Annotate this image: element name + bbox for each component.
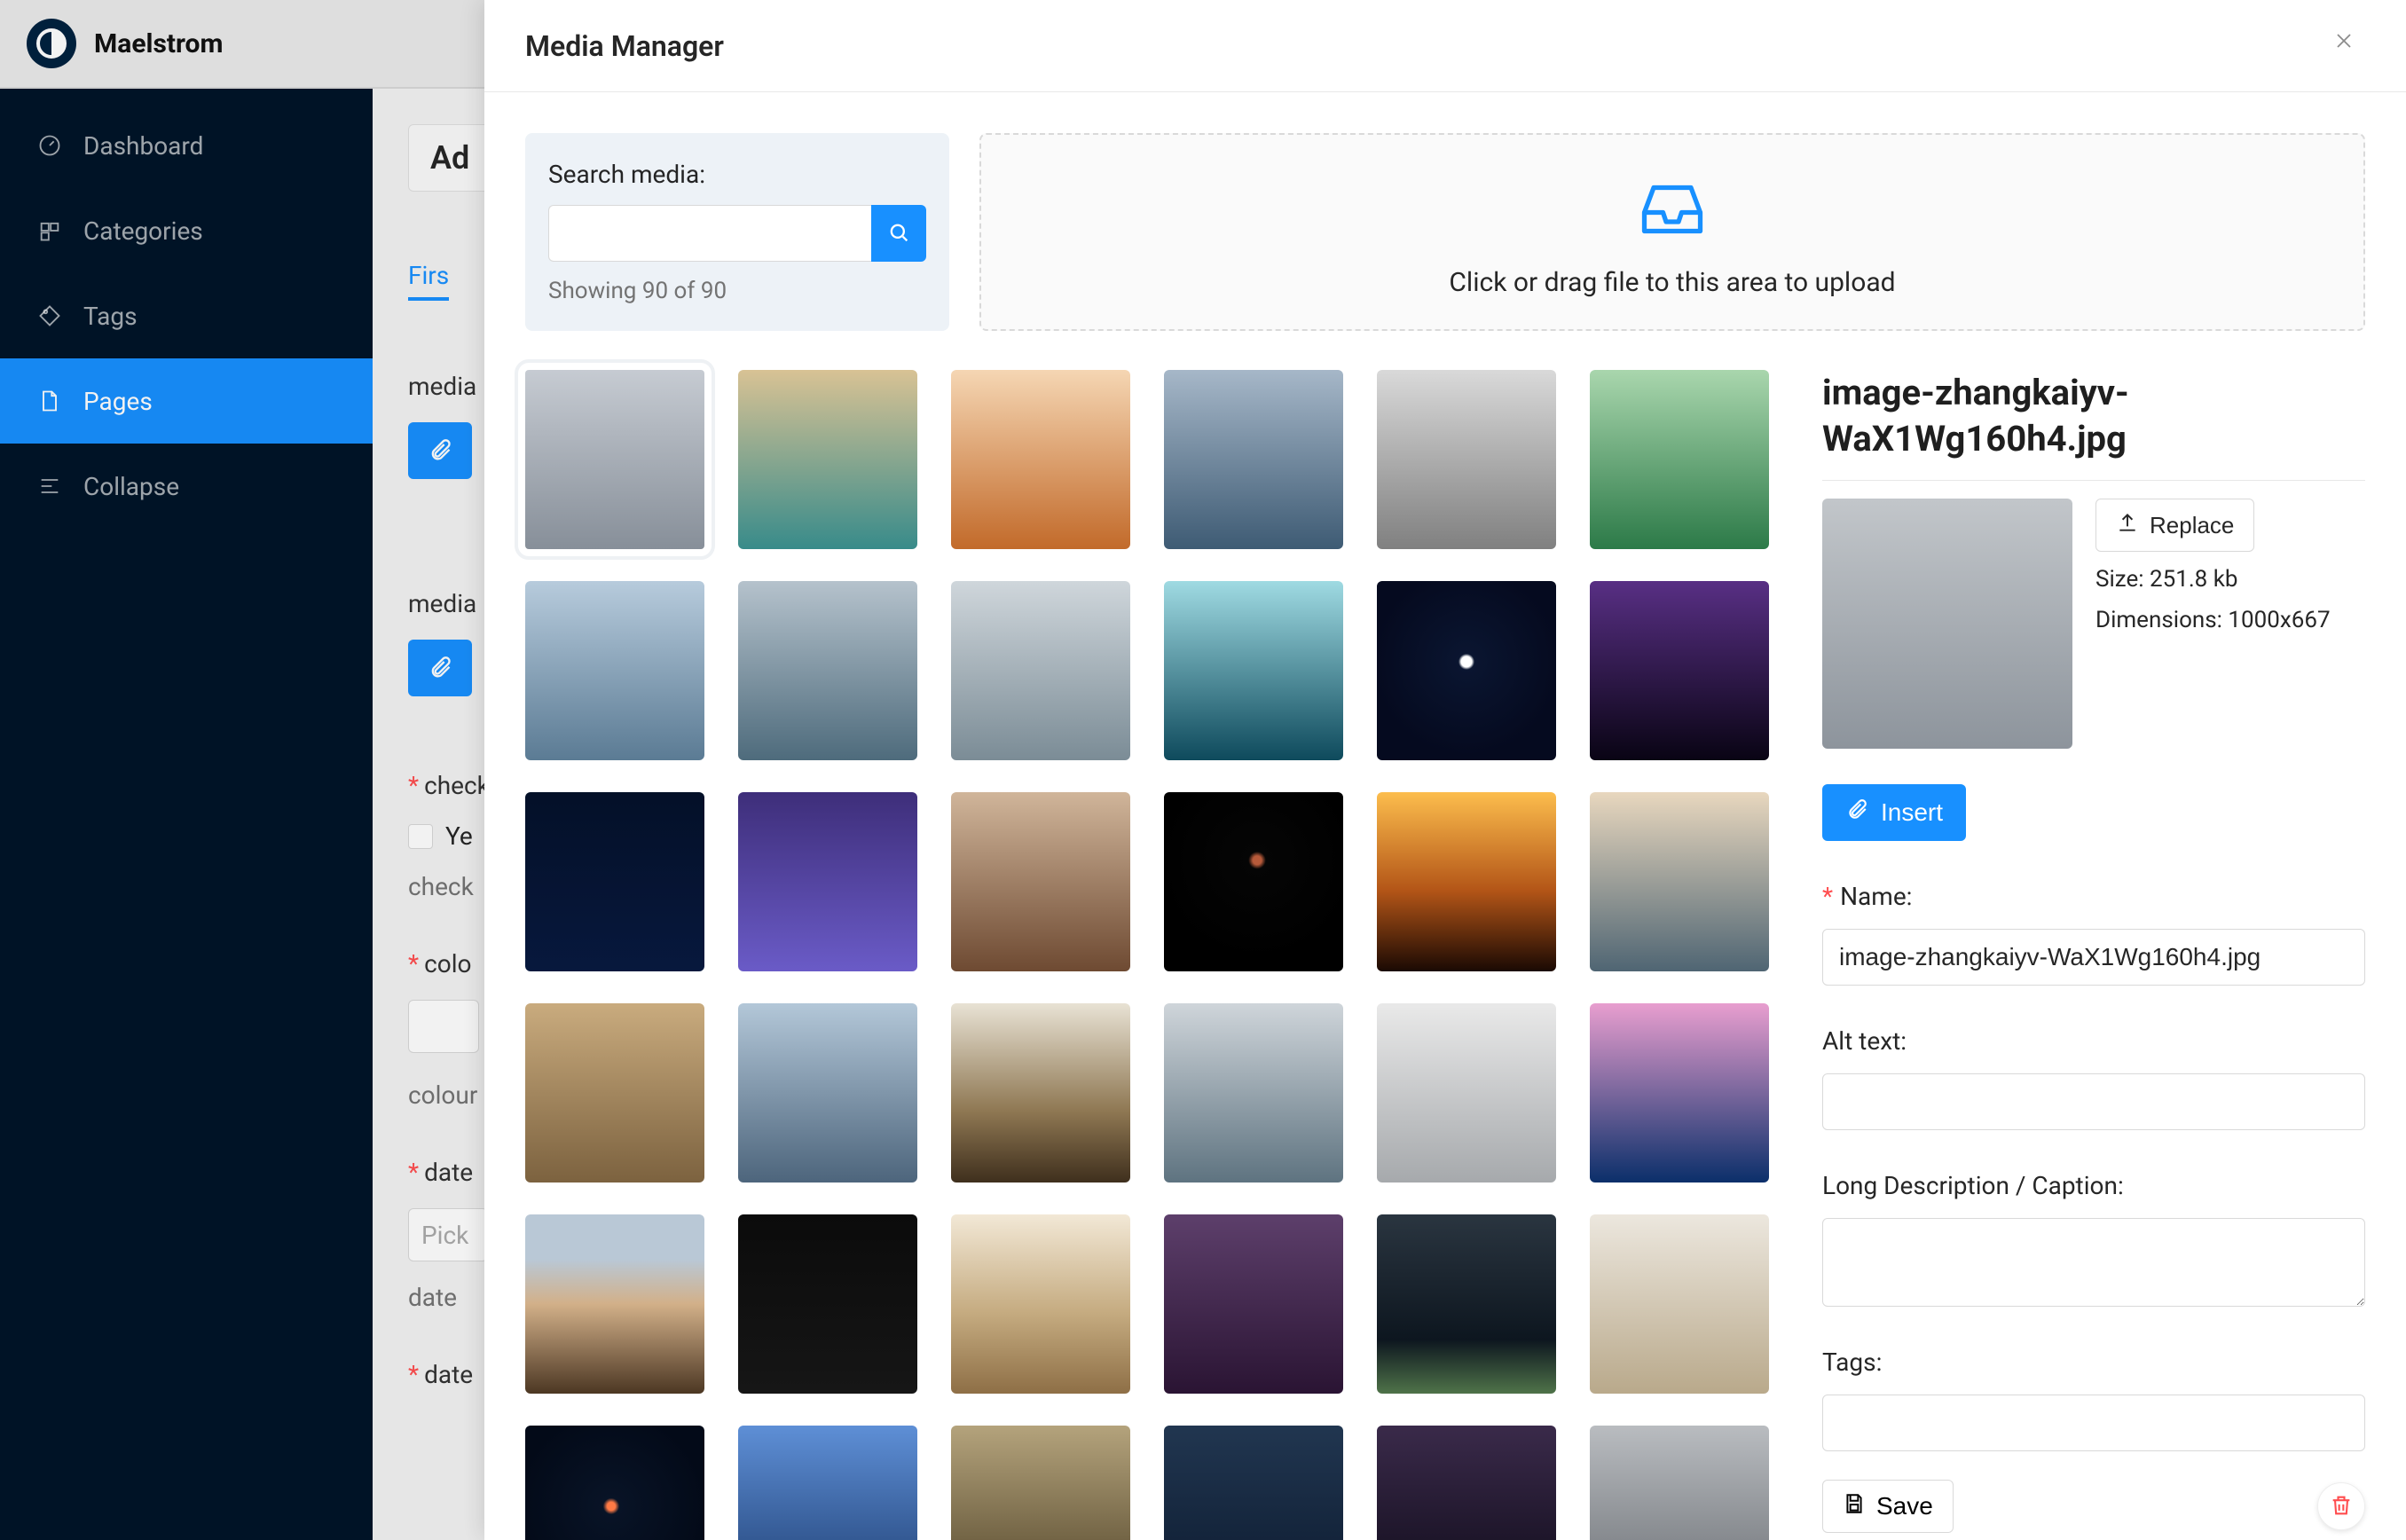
insert-label: Insert [1881,798,1943,827]
thumbnail[interactable] [1590,792,1769,971]
thumbnail[interactable] [1164,1426,1343,1540]
drawer-header: Media Manager [484,0,2406,92]
search-icon [886,220,911,248]
thumbnail[interactable] [738,1426,917,1540]
search-input[interactable] [548,205,871,262]
thumbnail[interactable] [525,1003,704,1182]
search-button[interactable] [871,205,926,262]
replace-label: Replace [2150,512,2234,539]
search-status: Showing 90 of 90 [548,278,926,304]
thumbnail[interactable] [738,1214,917,1394]
replace-button[interactable]: Replace [2095,499,2254,552]
thumbnail[interactable] [1377,1003,1556,1182]
thumbnail-grid [525,370,1787,1540]
upload-dropzone[interactable]: Click or drag file to this area to uploa… [979,133,2365,331]
thumbnail[interactable] [738,581,917,760]
thumbnail[interactable] [525,792,704,971]
thumbnail[interactable] [1164,1003,1343,1182]
search-label: Search media: [548,160,926,189]
thumbnail[interactable] [738,1003,917,1182]
divider [1822,480,2365,481]
close-button[interactable] [2333,30,2365,62]
thumbnail[interactable] [1377,581,1556,760]
thumbnail[interactable] [1377,370,1556,549]
upload-icon [2116,511,2139,540]
upload-text: Click or drag file to this area to uploa… [1449,267,1895,298]
save-icon [1843,1492,1866,1521]
thumbnail[interactable] [1164,792,1343,971]
paperclip-icon [1845,798,1868,828]
name-label: Name: [1840,882,1912,911]
thumbnail[interactable] [1377,1214,1556,1394]
thumbnail[interactable] [525,581,704,760]
thumbnail[interactable] [1377,792,1556,971]
detail-panel: image-zhangkaiyv-WaX1Wg160h4.jpg Replace… [1822,370,2365,1540]
search-panel: Search media: Showing 90 of 90 [525,133,949,331]
tags-input[interactable] [1822,1395,2365,1451]
trash-icon [2329,1493,2354,1520]
save-label: Save [1876,1492,1933,1520]
thumbnail[interactable] [738,370,917,549]
thumbnail[interactable] [951,792,1130,971]
thumbnail[interactable] [951,581,1130,760]
name-input[interactable] [1822,929,2365,986]
delete-button[interactable] [2317,1482,2365,1530]
media-manager-drawer: Media Manager Search media: Showing 90 o… [484,0,2406,1540]
caption-input[interactable] [1822,1218,2365,1307]
thumbnail[interactable] [1590,1003,1769,1182]
save-button[interactable]: Save [1822,1480,1954,1533]
thumbnail[interactable] [951,1214,1130,1394]
dimensions-line: Dimensions: 1000x667 [2095,607,2331,633]
size-line: Size: 251.8 kb [2095,566,2331,593]
thumbnail-scroll[interactable] [525,370,1787,1540]
tags-label: Tags: [1822,1348,1882,1377]
thumbnail[interactable] [951,1426,1130,1540]
thumbnail[interactable] [525,370,704,549]
thumbnail[interactable] [951,1003,1130,1182]
thumbnail[interactable] [738,792,917,971]
drawer-body: Search media: Showing 90 of 90 Click or … [484,92,2406,1540]
thumbnail[interactable] [1164,370,1343,549]
thumbnail[interactable] [1590,1426,1769,1540]
alt-input[interactable] [1822,1073,2365,1130]
detail-filename: image-zhangkaiyv-WaX1Wg160h4.jpg [1822,370,2365,462]
thumbnail[interactable] [1590,1214,1769,1394]
alt-label: Alt text: [1822,1026,1907,1056]
inbox-icon [1635,166,1710,244]
thumbnail[interactable] [951,370,1130,549]
thumbnail[interactable] [525,1214,704,1394]
thumbnail[interactable] [1164,1214,1343,1394]
drawer-title: Media Manager [525,29,724,63]
thumbnail[interactable] [1377,1426,1556,1540]
preview-image [1822,499,2072,749]
thumbnail[interactable] [1590,581,1769,760]
caption-label: Long Description / Caption: [1822,1171,2124,1200]
thumbnail[interactable] [1164,581,1343,760]
thumbnail[interactable] [525,1426,704,1540]
insert-button[interactable]: Insert [1822,784,1966,841]
thumbnail[interactable] [1590,370,1769,549]
